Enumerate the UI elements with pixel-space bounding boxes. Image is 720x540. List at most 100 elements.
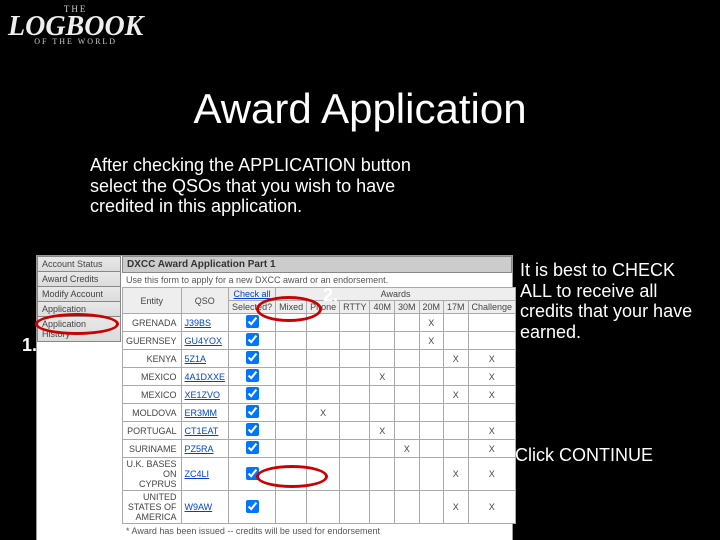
cell-mark [307,332,340,350]
cell-mark [276,422,307,440]
cell-mark: X [444,458,469,491]
cell-mark [394,458,419,491]
qso-link[interactable]: ZC4LI [185,469,210,479]
select-checkbox[interactable] [246,369,259,382]
panel-heading: DXCC Award Application Part 1 [122,256,512,273]
select-checkbox[interactable] [246,405,259,418]
th-challenge: Challenge [468,301,516,314]
select-checkbox[interactable] [246,387,259,400]
callout-3: 3. [325,455,340,476]
table-row: MOLDOVAER3MMX [123,404,516,422]
cell-mark [276,350,307,368]
cell-mark [394,332,419,350]
cell-mark [370,386,395,404]
qso-link[interactable]: W9AW [185,502,213,512]
table-row: MEXICO4A1DXXEXX [123,368,516,386]
select-checkbox[interactable] [246,423,259,436]
cell-mark [444,368,469,386]
cell-mark: X [370,422,395,440]
cell-mark [419,404,444,422]
footnote: * Award has been issued -- credits will … [122,524,512,538]
cell-entity: GUERNSEY [123,332,182,350]
cell-qso: ER3MM [181,404,229,422]
qso-link[interactable]: 4A1DXXE [185,372,226,382]
select-checkbox[interactable] [246,351,259,364]
cell-mark [394,314,419,332]
select-checkbox[interactable] [246,333,259,346]
cell-mark [468,404,516,422]
cell-mark [276,332,307,350]
table-row: UNITED STATES OF AMERICAW9AW XX [123,491,516,524]
callout-2: 2. [323,285,338,306]
qso-link[interactable]: 5Z1A [185,354,207,364]
cell-mark [419,422,444,440]
cell-mark: X [468,458,516,491]
sidebar-item-2[interactable]: Modify Account [37,286,121,302]
cell-mark [419,350,444,368]
cell-mark [419,458,444,491]
cell-entity: MEXICO [123,368,182,386]
cell-selected [229,491,276,524]
callout-1: 1. [22,335,37,356]
panel-desc: Use this form to apply for a new DXCC aw… [122,273,512,287]
cell-selected [229,332,276,350]
cell-qso: J39BS [181,314,229,332]
cell-mark [370,314,395,332]
cell-mark [276,368,307,386]
cell-entity: UNITED STATES OF AMERICA [123,491,182,524]
table-row: GUERNSEYGU4YOXX [123,332,516,350]
highlight-ellipse-2 [256,296,322,322]
select-checkbox[interactable] [246,315,259,328]
cell-mark [340,491,370,524]
sidebar-item-1[interactable]: Award Credits [37,271,121,287]
cell-selected [229,350,276,368]
cell-mark: X [468,386,516,404]
sidebar-item-0[interactable]: Account Status [37,256,121,272]
cell-entity: MEXICO [123,386,182,404]
qso-link[interactable]: J39BS [185,318,212,328]
cell-mark: X [468,350,516,368]
check-all-link[interactable]: Check all [234,289,271,299]
cell-entity: PORTUGAL [123,422,182,440]
cell-qso: W9AW [181,491,229,524]
cell-qso: 5Z1A [181,350,229,368]
cell-entity: KENYA [123,350,182,368]
highlight-ellipse-1 [35,313,119,335]
cell-mark [444,332,469,350]
select-checkbox[interactable] [246,500,259,513]
cell-mark: X [394,440,419,458]
cell-mark [370,458,395,491]
qso-link[interactable]: GU4YOX [185,336,223,346]
cell-entity: SURINAME [123,440,182,458]
cell-mark [370,332,395,350]
cell-mark [276,404,307,422]
cell-mark [307,422,340,440]
cell-mark: X [370,368,395,386]
cell-qso: 4A1DXXE [181,368,229,386]
cell-mark: X [444,491,469,524]
cell-mark [370,491,395,524]
cell-qso: XE1ZVO [181,386,229,404]
cell-mark [340,458,370,491]
select-checkbox[interactable] [246,441,259,454]
cell-selected [229,440,276,458]
qso-table: Entity QSO Check all Awards Selected? Mi… [122,287,516,524]
qso-link[interactable]: CT1EAT [185,426,219,436]
table-row: MEXICOXE1ZVOXX [123,386,516,404]
cell-mark [419,386,444,404]
cell-mark [276,491,307,524]
cell-qso: PZ5RA [181,440,229,458]
qso-link[interactable]: ER3MM [185,408,218,418]
qso-link[interactable]: PZ5RA [185,444,214,454]
cell-mark [419,368,444,386]
tip-check-all: It is best to CHECK ALL to receive all c… [520,260,700,343]
cell-selected [229,422,276,440]
qso-link[interactable]: XE1ZVO [185,390,221,400]
cell-mark: X [468,491,516,524]
cell-mark [444,314,469,332]
cell-mark [370,350,395,368]
cell-mark: X [307,404,340,422]
logo: THE LOGBOOK OF THE WORLD [8,4,143,46]
cell-mark [307,350,340,368]
th-40m: 40M [370,301,395,314]
